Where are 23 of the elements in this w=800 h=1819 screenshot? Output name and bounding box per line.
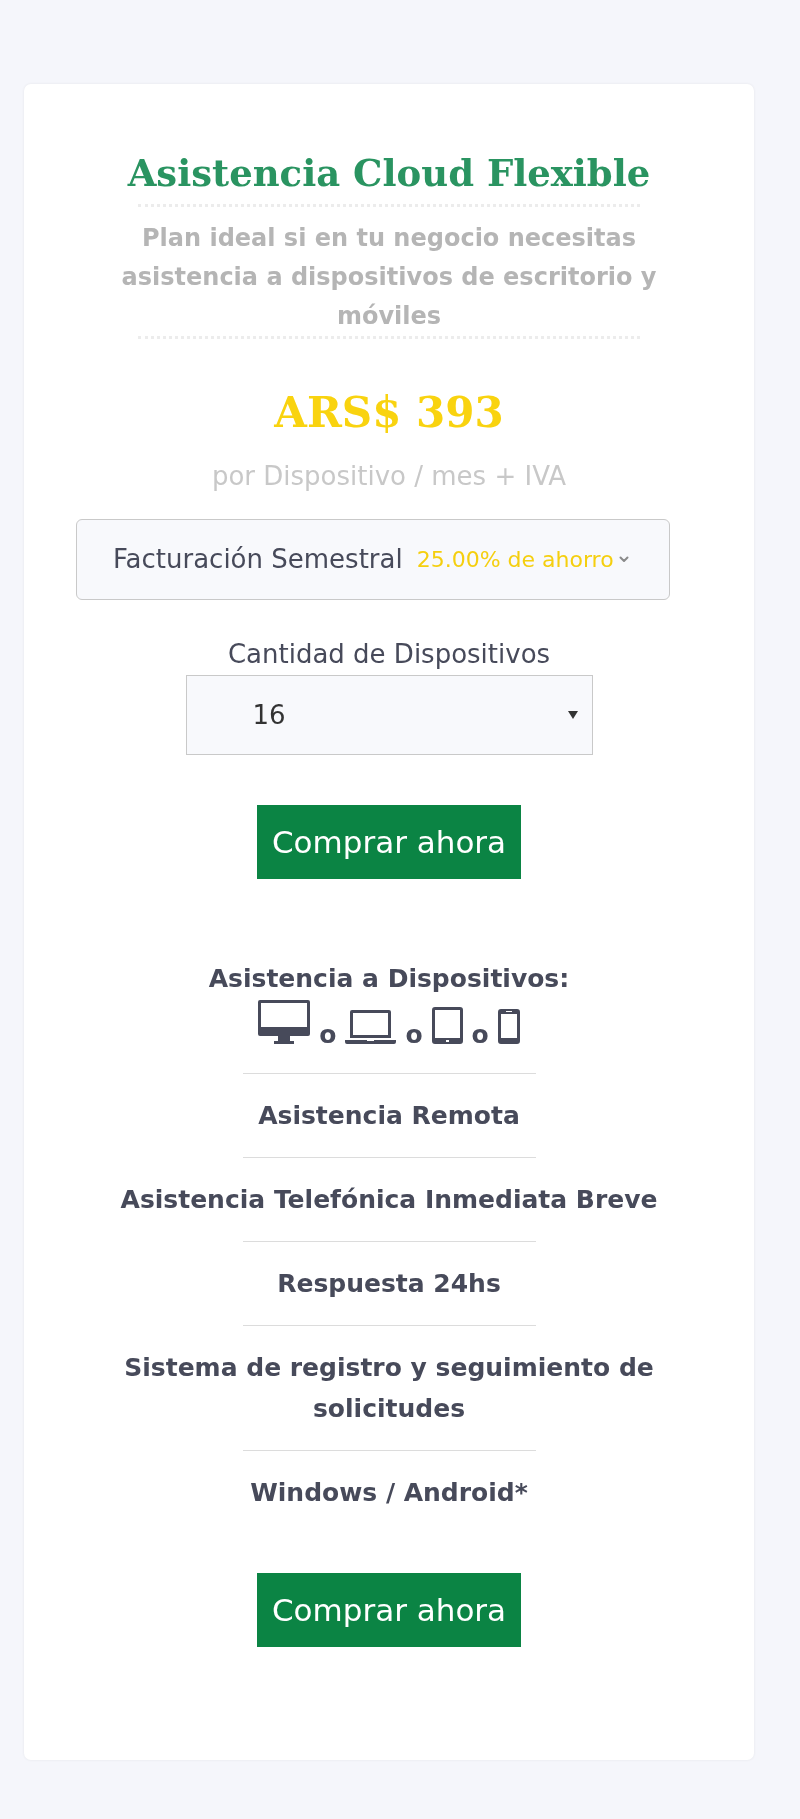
chevron-down-icon xyxy=(618,556,629,563)
phone-icon xyxy=(497,1009,520,1044)
feature-text: Asistencia Telefónica Inmediata Breve xyxy=(120,1184,658,1216)
feature-text: Windows / Android* xyxy=(250,1477,528,1509)
caret-down-icon xyxy=(567,711,578,719)
laptop-icon xyxy=(345,1010,397,1044)
feature-text: Asistencia Remota xyxy=(258,1100,520,1132)
buy-button[interactable]: Comprar ahora xyxy=(256,1573,522,1647)
tablet-icon xyxy=(431,1007,463,1044)
desktop-icon xyxy=(258,1000,311,1044)
plan-description: Plan ideal si en tu negocio necesitas asistencia a dispositivos de escritorio y móviles xyxy=(120,223,658,332)
feature-text: Sistema de registro y seguimiento de solicitudes xyxy=(123,1352,655,1425)
feature-text: Asistencia a Dispositivos: xyxy=(208,964,570,994)
or-text: o xyxy=(319,1026,337,1044)
price-text: ARS$ 393 xyxy=(274,388,504,438)
or-text: o xyxy=(471,1026,489,1044)
buy-button[interactable]: Comprar ahora xyxy=(256,805,522,879)
feature-text: Respuesta 24hs xyxy=(277,1268,501,1300)
plan-title: Asistencia Cloud Flexible xyxy=(127,153,651,193)
or-text: o xyxy=(405,1026,423,1044)
device-count-label: Cantidad de Dispositivos xyxy=(227,639,551,669)
device-count-select[interactable]: 16 xyxy=(185,675,593,755)
billing-select[interactable]: Facturación Semestral 25.00% de ahorro xyxy=(76,519,670,600)
